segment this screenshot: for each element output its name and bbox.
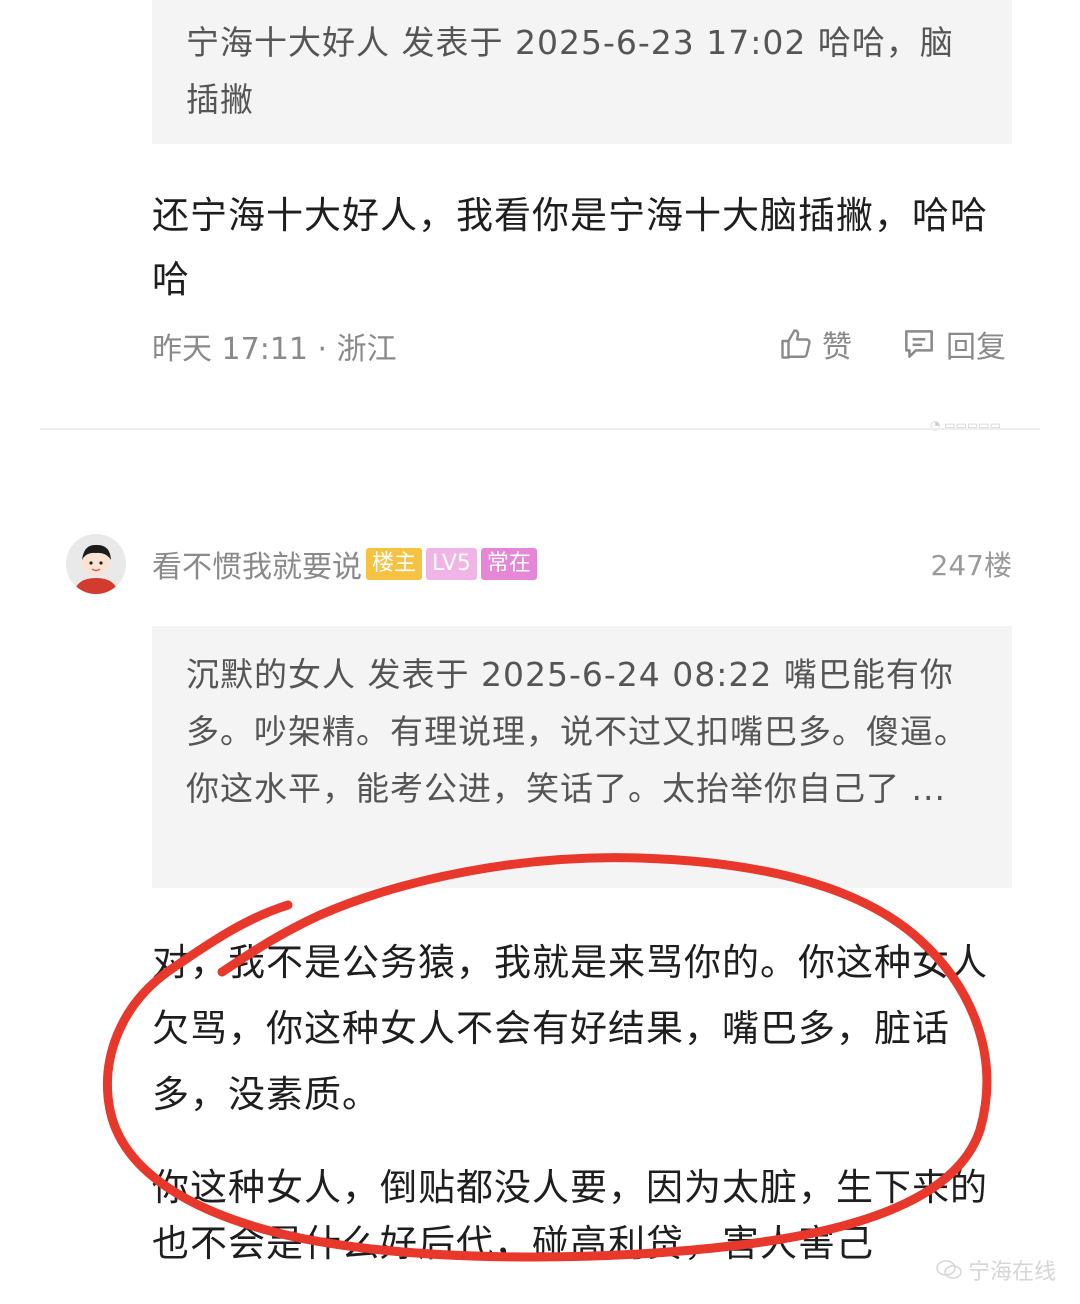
avatar[interactable] xyxy=(66,534,126,594)
quoted-comment-text: 宁海十大好人 发表于 2025-6-23 17:02 哈哈，脑插撇 xyxy=(186,23,954,119)
level-badge: LV5 xyxy=(426,548,477,580)
host-badge: 楼主 xyxy=(366,548,423,580)
screenshot-page: 宁海十大好人 发表于 2025-6-23 17:02 哈哈，脑插撇 还宁海十大好… xyxy=(0,0,1080,1304)
site-watermark: 宁海在线 xyxy=(936,1254,1056,1286)
like-button[interactable]: 赞 xyxy=(778,322,852,366)
quoted-comment-text: 沉默的女人 发表于 2025-6-24 08:22 嘴巴能有你多。吵架精。有理说… xyxy=(186,655,968,808)
wechat-icon xyxy=(936,1260,962,1279)
reply-button[interactable]: 回复 xyxy=(900,322,1006,366)
avatar-image xyxy=(66,534,126,594)
quoted-comment: 宁海十大好人 发表于 2025-6-23 17:02 哈哈，脑插撇 xyxy=(152,0,1012,144)
reply-text-paragraph-2: 你这种女人，倒贴都没人要，因为太脏，生下来的也不会是什么好后代，碰高利贷，害人害… xyxy=(152,1166,988,1265)
active-badge: 常在 xyxy=(480,548,537,580)
thumbs-up-icon xyxy=(781,329,811,359)
reply-label: 回复 xyxy=(946,330,1006,365)
floor-number: 247楼 xyxy=(930,549,1012,582)
divider xyxy=(40,428,1040,430)
reply-meta: 昨天 17:11 · 浙江 xyxy=(152,332,397,367)
username[interactable]: 看不惯我就要说 xyxy=(152,542,362,586)
reply-text: 还宁海十大好人，我看你是宁海十大脑插撇，哈哈哈 xyxy=(152,194,988,301)
post-author: 看不惯我就要说 楼主 LV5 常在 xyxy=(152,542,537,586)
like-label: 赞 xyxy=(822,330,852,365)
quoted-comment: 沉默的女人 发表于 2025-6-24 08:22 嘴巴能有你多。吵架精。有理说… xyxy=(152,626,1012,888)
reply-text-paragraph-1: 对，我不是公务猿，我就是来骂你的。你这种女人欠骂，你这种女人不会有好结果，嘴巴多… xyxy=(152,941,988,1116)
comment-icon xyxy=(905,330,933,358)
watermark-text: 宁海在线 xyxy=(967,1260,1056,1285)
